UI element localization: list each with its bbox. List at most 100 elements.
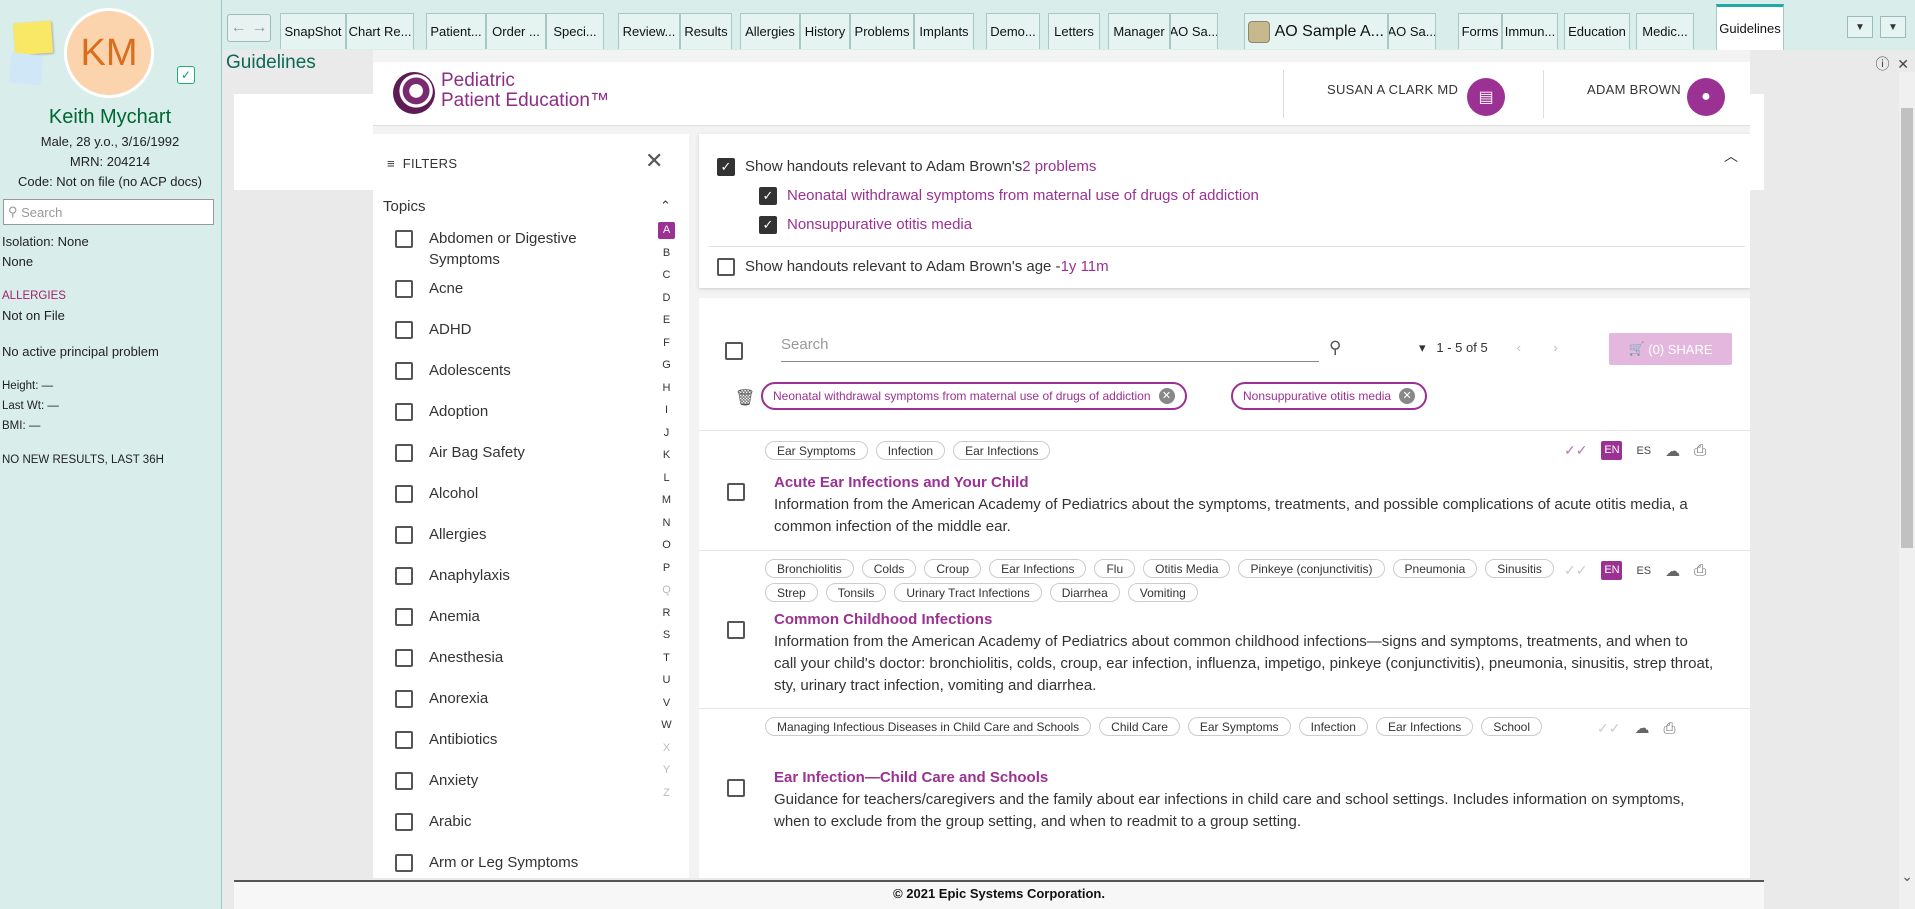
problem-checkbox[interactable]: ✓ [759, 187, 777, 205]
select-all-checkbox[interactable] [725, 342, 743, 360]
tab-problems[interactable]: Problems [850, 13, 914, 49]
tab-immunizations[interactable]: Immun... [1502, 13, 1558, 49]
handout-checkbox[interactable] [727, 779, 745, 797]
topic-checkbox[interactable] [395, 230, 413, 248]
tag[interactable]: Infection [875, 441, 946, 460]
checklist-icon[interactable]: ✓ [177, 66, 195, 84]
allergies-heading[interactable]: ALLERGIES [2, 290, 66, 302]
topic-item[interactable]: Anesthesia [395, 647, 619, 668]
topic-checkbox[interactable] [395, 649, 413, 667]
tag[interactable]: Ear Symptoms [765, 441, 868, 460]
share-button[interactable]: 🛒 (0) SHARE [1609, 333, 1732, 365]
alphabet-letter-c[interactable]: C [658, 267, 675, 284]
handout-search-input[interactable]: Search [781, 336, 1319, 362]
tab-history[interactable]: History [800, 13, 850, 49]
alphabet-letter-p[interactable]: P [658, 560, 675, 577]
handout-title[interactable]: Ear Infection—Child Care and Schools [774, 769, 1048, 786]
problem-row[interactable]: ✓ Nonsuppurative otitis media [759, 214, 972, 234]
tag[interactable]: Colds [861, 559, 917, 578]
scroll-down-icon[interactable]: ⌄ [1901, 868, 1913, 885]
tab-ao-sample-2[interactable]: AO Sa... [1388, 13, 1436, 49]
tab-order[interactable]: Order ... [486, 13, 546, 49]
tab-patient[interactable]: Patient... [426, 13, 486, 49]
tab-education[interactable]: Education [1564, 13, 1630, 49]
tab-overflow-dropdown[interactable]: ▼ [1847, 16, 1873, 38]
topic-checkbox[interactable] [395, 731, 413, 749]
topic-checkbox[interactable] [395, 403, 413, 421]
topic-item[interactable]: Anemia [395, 606, 619, 627]
english-button[interactable]: EN [1601, 441, 1623, 460]
tab-forms[interactable]: Forms [1458, 13, 1502, 49]
tag[interactable]: Urinary Tract Infections [894, 583, 1042, 602]
tab-allergies[interactable]: Allergies [740, 13, 800, 49]
topic-item[interactable]: Anorexia [395, 688, 619, 709]
alphabet-letter-g[interactable]: G [658, 357, 675, 374]
tag[interactable]: Sinusitis [1485, 559, 1554, 578]
handout-title[interactable]: Acute Ear Infections and Your Child [774, 474, 1028, 491]
topic-checkbox[interactable] [395, 813, 413, 831]
topic-checkbox[interactable] [395, 526, 413, 544]
alphabet-letter-o[interactable]: O [658, 537, 675, 554]
alphabet-letter-s[interactable]: S [658, 627, 675, 644]
alphabet-letter-n[interactable]: N [658, 515, 675, 532]
print-icon[interactable]: ⎙ [1663, 720, 1675, 737]
tab-letters[interactable]: Letters [1048, 13, 1100, 49]
topic-checkbox[interactable] [395, 690, 413, 708]
spanish-button[interactable]: ES [1636, 565, 1651, 577]
handout-checkbox[interactable] [727, 483, 745, 501]
tab-menu-dropdown[interactable]: ▼ [1880, 16, 1906, 38]
tag[interactable]: Child Care [1099, 717, 1180, 736]
chip-remove-icon[interactable]: ✕ [1399, 388, 1416, 404]
alphabet-letter-a[interactable]: A [658, 222, 675, 239]
next-page-icon[interactable]: › [1553, 340, 1557, 355]
problem-checkbox[interactable]: ✓ [759, 216, 777, 234]
topic-item[interactable]: Air Bag Safety [395, 442, 619, 463]
alphabet-letter-l[interactable]: L [658, 470, 675, 487]
alphabet-letter-i[interactable]: I [658, 402, 675, 419]
topic-checkbox[interactable] [395, 362, 413, 380]
tag[interactable]: Ear Symptoms [1187, 717, 1291, 736]
alphabet-letter-r[interactable]: R [658, 605, 675, 622]
tab-manager[interactable]: Manager [1108, 13, 1170, 49]
tab-guidelines[interactable]: Guidelines [1716, 4, 1784, 50]
topic-item[interactable]: Adolescents [395, 360, 619, 381]
tag[interactable]: School [1481, 717, 1543, 736]
topic-item[interactable]: Alcohol [395, 483, 619, 504]
topic-checkbox[interactable] [395, 854, 413, 872]
alphabet-letter-j[interactable]: J [658, 425, 675, 442]
filter-chip[interactable]: Neonatal withdrawal symptoms from matern… [761, 382, 1187, 410]
topic-item[interactable]: Abdomen or Digestive Symptoms [395, 228, 619, 270]
tab-results[interactable]: Results [680, 13, 732, 49]
alphabet-letter-w[interactable]: W [658, 717, 675, 734]
download-icon[interactable]: ☁ [1634, 719, 1649, 737]
alphabet-letter-t[interactable]: T [658, 650, 675, 667]
problems-checkbox[interactable]: ✓ [717, 158, 735, 176]
alphabet-letter-f[interactable]: F [658, 335, 675, 352]
clear-filters-icon[interactable]: 🗑 [735, 388, 755, 408]
search-icon[interactable]: ⚲ [1329, 338, 1341, 358]
topic-item[interactable]: Acne [395, 278, 619, 299]
topic-checkbox[interactable] [395, 772, 413, 790]
scrollbar-thumb[interactable] [1901, 108, 1913, 548]
chip-remove-icon[interactable]: ✕ [1158, 388, 1175, 404]
problems-toggle-row[interactable]: ✓ Show handouts relevant to Adam Brown's … [717, 156, 1096, 176]
forward-arrow-icon[interactable]: → [252, 19, 268, 37]
alphabet-letter-d[interactable]: D [658, 290, 675, 307]
collapse-chevron-icon[interactable]: ︿ [1724, 146, 1738, 166]
topic-item[interactable]: Anaphylaxis [395, 565, 619, 586]
topic-item[interactable]: ADHD [395, 319, 619, 340]
tag[interactable]: Ear Infections [953, 441, 1051, 460]
topic-item[interactable]: Arabic [395, 811, 619, 832]
topic-checkbox[interactable] [395, 608, 413, 626]
sidebar-search-input[interactable]: ⚲ Search [3, 199, 214, 225]
topic-checkbox[interactable] [395, 321, 413, 339]
alphabet-letter-u[interactable]: U [658, 672, 675, 689]
chevron-up-icon[interactable]: ⌃ [660, 198, 671, 214]
topic-checkbox[interactable] [395, 567, 413, 585]
tab-demographics[interactable]: Demo... [986, 13, 1040, 49]
close-icon[interactable]: ✕ [1897, 56, 1909, 72]
tab-medications[interactable]: Medic... [1636, 13, 1694, 49]
problem-row[interactable]: ✓ Neonatal withdrawal symptoms from mater… [759, 185, 1259, 205]
alphabet-letter-v[interactable]: V [658, 695, 675, 712]
notes-icon[interactable] [8, 52, 44, 86]
